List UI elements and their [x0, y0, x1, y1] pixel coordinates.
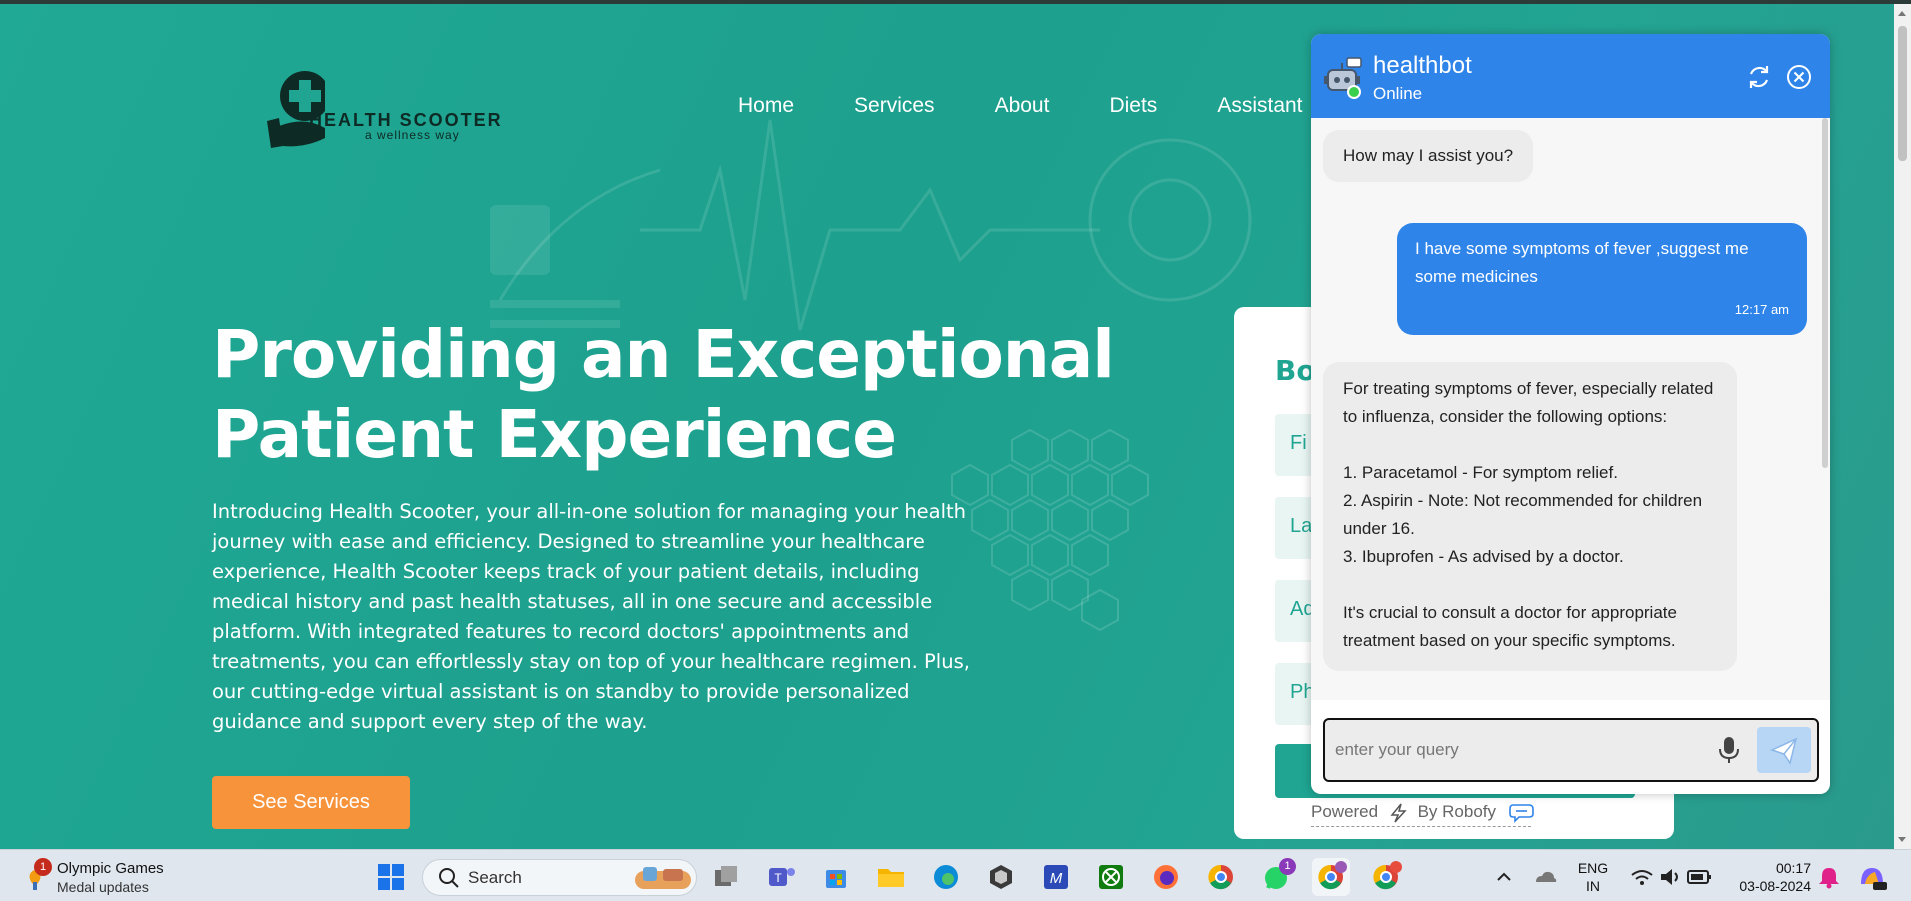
- bot-message-text: How may I assist you?: [1343, 146, 1514, 165]
- windows-start-icon[interactable]: [372, 858, 410, 896]
- medicine-note: As advised by a doctor.: [1447, 547, 1624, 566]
- chatbot-status: Online: [1373, 84, 1423, 103]
- close-icon[interactable]: [1785, 63, 1813, 91]
- svg-text:T: T: [774, 871, 782, 885]
- nav-link-services[interactable]: Services: [854, 94, 935, 118]
- xbox-icon[interactable]: [1092, 858, 1130, 896]
- nav-link-about[interactable]: About: [995, 94, 1050, 118]
- chat-scrollbar[interactable]: [1822, 118, 1828, 700]
- news-title: Olympic Games: [57, 860, 164, 877]
- chatbot-header: healthbot Online: [1311, 34, 1830, 118]
- search-highlight-icon: [635, 867, 691, 889]
- message-timestamp: 12:17 am: [1734, 302, 1789, 317]
- main-navigation: Home Services About Diets Assistant: [738, 94, 1363, 118]
- app-m-icon[interactable]: M: [1037, 858, 1075, 896]
- medicine-name: 2. Aspirin: [1343, 491, 1413, 510]
- browser-top-edge: [0, 0, 1911, 4]
- microsoft-store-icon[interactable]: [817, 858, 855, 896]
- website-page: HEALTH SCOOTER a wellness way Home Servi…: [0, 0, 1911, 849]
- edge-icon[interactable]: [927, 858, 965, 896]
- clock-time: 00:17: [1775, 860, 1811, 876]
- powered-prefix: Powered: [1311, 802, 1379, 821]
- first-name-placeholder: Fi: [1290, 432, 1307, 454]
- chevron-up-icon[interactable]: [1490, 858, 1518, 896]
- chat-query-input[interactable]: [1335, 736, 1695, 764]
- user-message: I have some symptoms of fever ,suggest m…: [1397, 223, 1807, 335]
- microphone-icon[interactable]: [1717, 735, 1741, 765]
- news-subtitle: Medal updates: [57, 879, 149, 895]
- system-clock[interactable]: 00:17 03-08-2024: [1725, 859, 1811, 895]
- chrome-second-profile-icon[interactable]: [1367, 858, 1405, 896]
- chatbot-name: healthbot: [1373, 52, 1472, 79]
- booking-form-title: Bo: [1275, 354, 1316, 387]
- send-icon: [1769, 737, 1798, 765]
- app-cube-icon[interactable]: [982, 858, 1020, 896]
- search-label: Search: [468, 868, 522, 887]
- see-services-button[interactable]: See Services: [212, 776, 410, 829]
- bot-message-outro: It's crucial to consult a doctor for app…: [1343, 603, 1677, 650]
- powered-by-robofy[interactable]: Powered By Robofy: [1311, 802, 1535, 827]
- nav-link-assistant[interactable]: Assistant: [1217, 94, 1302, 118]
- clock-date: 03-08-2024: [1739, 878, 1811, 894]
- chat-messages-area[interactable]: How may I assist you? I have some sympto…: [1311, 118, 1830, 700]
- bot-message: How may I assist you?: [1323, 130, 1534, 182]
- svg-text:M: M: [1050, 870, 1063, 887]
- medicine-item: 3. Ibuprofen - As advised by a doctor.: [1343, 547, 1624, 566]
- news-widget[interactable]: 1 Olympic Games Medal updates: [18, 858, 198, 896]
- language-code: ENG: [1577, 860, 1609, 876]
- chatbot-window: healthbot Online How may I assist you? I…: [1311, 34, 1830, 794]
- scroll-down-arrow-icon[interactable]: [1898, 837, 1906, 842]
- refresh-icon[interactable]: [1745, 63, 1773, 91]
- powered-suffix: By Robofy: [1417, 802, 1497, 821]
- file-explorer-icon[interactable]: [872, 858, 910, 896]
- volume-icon[interactable]: [1656, 858, 1684, 896]
- wifi-icon[interactable]: [1628, 858, 1656, 896]
- region-code: IN: [1586, 878, 1600, 894]
- nav-link-home[interactable]: Home: [738, 94, 794, 118]
- bot-message-intro: For treating symptoms of fever, especial…: [1343, 379, 1714, 426]
- logo-tagline: a wellness way: [365, 128, 460, 142]
- onedrive-icon[interactable]: [1530, 858, 1560, 896]
- firefox-icon[interactable]: [1147, 858, 1185, 896]
- battery-icon[interactable]: [1684, 858, 1714, 896]
- hero-description: Introducing Health Scooter, your all-in-…: [212, 500, 970, 733]
- news-badge: 1: [34, 858, 52, 876]
- task-view-icon[interactable]: [707, 858, 745, 896]
- medicine-name: 3. Ibuprofen: [1343, 547, 1434, 566]
- chat-input-box: [1323, 718, 1819, 782]
- scrollbar-thumb[interactable]: [1898, 26, 1907, 161]
- page-scrollbar[interactable]: [1894, 4, 1911, 849]
- send-button[interactable]: [1757, 727, 1811, 773]
- chrome-profile-active[interactable]: [1312, 858, 1350, 896]
- lightning-icon: [1390, 803, 1407, 823]
- teams-icon[interactable]: T: [762, 858, 800, 896]
- powered-underline: [1311, 826, 1531, 827]
- medicine-item: 1. Paracetamol - For symptom relief.: [1343, 463, 1618, 482]
- hero-title: Providing an Exceptional Patient Experie…: [212, 316, 1115, 473]
- search-icon: [439, 868, 459, 888]
- taskbar-search[interactable]: Search: [422, 859, 697, 896]
- language-indicator[interactable]: ENG IN: [1570, 859, 1616, 895]
- chrome-profile-icon: [1318, 861, 1347, 890]
- whatsapp-badge: 1: [1279, 858, 1296, 875]
- notification-bell-icon[interactable]: [1814, 858, 1844, 896]
- medicine-note: For symptom relief.: [1472, 463, 1618, 482]
- chrome-icon[interactable]: [1202, 858, 1240, 896]
- robot-icon: [1324, 57, 1362, 99]
- bot-message: For treating symptoms of fever, especial…: [1323, 362, 1737, 671]
- windows-taskbar: 1 Olympic Games Medal updates Search T M…: [0, 849, 1911, 901]
- chat-bubble-icon: [1508, 803, 1534, 823]
- copilot-icon[interactable]: [1853, 858, 1891, 896]
- medicine-item: 2. Aspirin - Note: Not recommended for c…: [1343, 491, 1703, 538]
- scroll-up-arrow-icon[interactable]: [1898, 11, 1906, 16]
- medicine-name: 1. Paracetamol: [1343, 463, 1458, 482]
- health-scooter-logo[interactable]: HEALTH SCOOTER a wellness way: [265, 66, 535, 156]
- nav-link-diets[interactable]: Diets: [1109, 94, 1157, 118]
- last-name-placeholder: La: [1290, 515, 1313, 537]
- chat-scrollbar-thumb[interactable]: [1822, 118, 1828, 468]
- user-message-text: I have some symptoms of fever ,suggest m…: [1415, 239, 1749, 286]
